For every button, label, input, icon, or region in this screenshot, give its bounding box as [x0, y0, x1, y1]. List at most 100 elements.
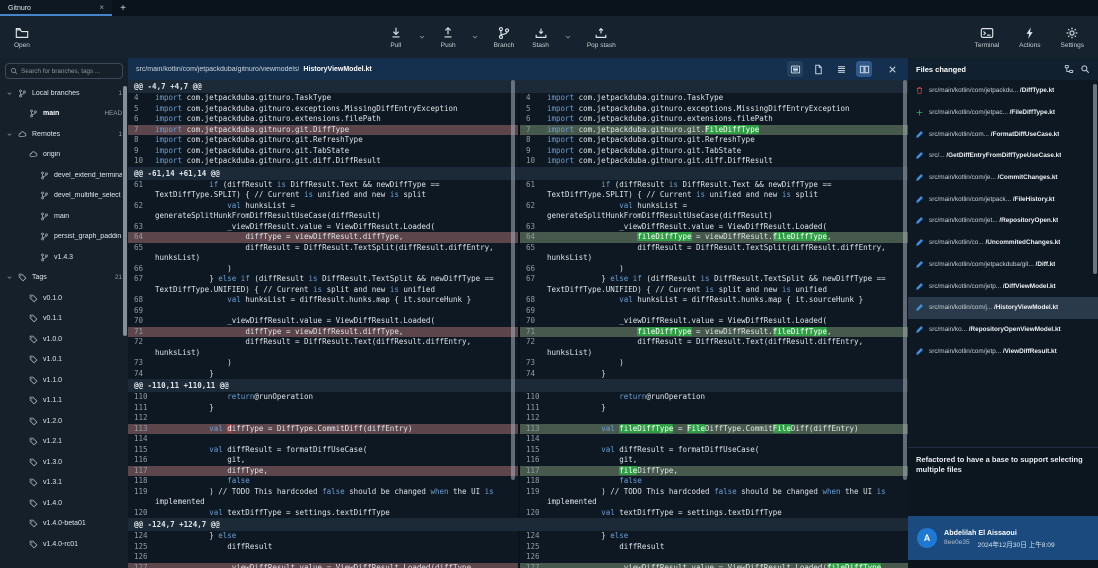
old-pane-scrollbar[interactable]	[511, 80, 515, 480]
branch-search-box[interactable]	[5, 63, 123, 79]
push-dropdown-button[interactable]	[470, 24, 480, 50]
tag-icon	[29, 540, 38, 549]
changed-file-row[interactable]: src/main/kotlin/com/jetpack... /FileHist…	[908, 188, 1098, 210]
diff-row: 62 val hunksList = generateSplitHunkFrom…	[128, 201, 908, 222]
lightning-icon	[1023, 26, 1037, 40]
full-file-button[interactable]	[810, 61, 826, 77]
line-number: 120	[128, 508, 155, 519]
changed-file-row[interactable]: src/main/kotlin/com... /FormatDiffUseCas…	[908, 123, 1098, 145]
sidebar-item-v1.4.0-rc01[interactable]: v1.4.0-rc01	[0, 534, 128, 555]
tree-item-label: devel_multifile_select	[54, 192, 122, 199]
diff-row: 119 ) // TODO This hardcoded false shoul…	[128, 487, 908, 508]
changed-file-row[interactable]: src/main/kotlin/com/jetpac... /FileDiffT…	[908, 102, 1098, 124]
sidebar-item-v1.0.1[interactable]: v1.0.1	[0, 350, 128, 371]
stash-dropdown-button[interactable]	[563, 24, 573, 50]
code-text: diffResult	[155, 542, 518, 553]
changed-file-row[interactable]: src/main/ko... /RepositoryOpenViewModel.…	[908, 319, 1098, 341]
sidebar-item-origin[interactable]: origin	[0, 145, 128, 166]
code-text: diffType = viewDiffResult.diffType,	[155, 232, 518, 243]
unified-view-button[interactable]	[833, 61, 849, 77]
diff-line-new: 10import com.jetpackduba.gitnuro.git.dif…	[518, 156, 908, 167]
sidebar-item-remotes[interactable]: Remotes1	[0, 124, 128, 145]
sidebar-item-v0.1.0[interactable]: v0.1.0	[0, 288, 128, 309]
sidebar-item-local-branches[interactable]: Local branches1	[0, 83, 128, 104]
tree-item-badge: HEAD	[105, 110, 123, 117]
diff-line-old: 119 ) // TODO This hardcoded false shoul…	[128, 487, 518, 508]
split-view-button[interactable]	[856, 61, 872, 77]
tree-item-badge: 1	[118, 131, 122, 138]
sidebar-item-main[interactable]: main HEAD	[0, 104, 128, 125]
sidebar-item-v0.1.1[interactable]: v0.1.1	[0, 309, 128, 330]
tag-icon-wrap	[29, 294, 39, 303]
branch-search-input[interactable]	[21, 68, 118, 75]
diff-options-button[interactable]	[787, 61, 803, 77]
commit-author-card[interactable]: A Abdelilah El Aissaoui 8ee0e35 2024年12月…	[908, 516, 1098, 560]
chevron-down-icon[interactable]	[6, 131, 14, 138]
line-number: 116	[520, 455, 547, 466]
changed-file-row[interactable]: src/main/kotlin/com/jetp... /ViewDiffRes…	[908, 340, 1098, 362]
diff-line-new: 119 ) // TODO This hardcoded false shoul…	[518, 487, 908, 508]
sidebar-item-v1.2.0[interactable]: v1.2.0	[0, 411, 128, 432]
sidebar-item-devel-multifile-select[interactable]: devel_multifile_select	[0, 186, 128, 207]
code-text: fileDiffType,	[547, 466, 908, 477]
changed-file-row[interactable]: src/main/kotlin/com/jetpackduba/git... /…	[908, 254, 1098, 276]
line-number: 110	[128, 392, 155, 403]
diff-row: 126 126	[128, 552, 908, 563]
code-text: } else	[547, 531, 908, 542]
sidebar-item-tags[interactable]: Tags21	[0, 268, 128, 289]
close-button[interactable]	[884, 61, 900, 77]
sidebar-item-v1.4.3[interactable]: v1.4.3	[0, 247, 128, 268]
file-path: src/main/kotlin/com/jetp... /DiffViewMod…	[929, 283, 1056, 290]
tag-icon-wrap	[18, 273, 28, 282]
line-number: 127	[520, 563, 547, 568]
changed-file-row[interactable]: src/... /GetDiffEntryFromDiffTypeUseCase…	[908, 145, 1098, 167]
sidebar-item-v1.4.0-beta01[interactable]: v1.4.0-beta01	[0, 514, 128, 535]
search-icon[interactable]	[1080, 64, 1090, 74]
new-tab-button[interactable]: +	[112, 0, 134, 16]
sidebar-item-v1.0.0[interactable]: v1.0.0	[0, 329, 128, 350]
sidebar-item-v1.1.0[interactable]: v1.1.0	[0, 370, 128, 391]
file-name: /RepositoryOpen.kt	[998, 217, 1059, 224]
files-panel-scrollbar[interactable]	[1093, 84, 1097, 274]
branch-button[interactable]: Branch	[490, 24, 519, 51]
line-number: 113	[520, 424, 547, 435]
sidebar-scrollbar[interactable]	[123, 86, 127, 336]
changed-file-row[interactable]: src/main/kotlin/com/jet... /RepositoryOp…	[908, 210, 1098, 232]
actions-button[interactable]: Actions	[1015, 24, 1044, 51]
tag-icon	[29, 396, 38, 405]
sidebar-item-v1.2.1[interactable]: v1.2.1	[0, 432, 128, 453]
sidebar-item-persist-graph-paddin[interactable]: persist_graph_paddin	[0, 227, 128, 248]
tab-title: Gitnuro	[8, 5, 99, 12]
changed-file-row[interactable]: src/main/kotlin/co... /UncommitedChanges…	[908, 232, 1098, 254]
stash-button[interactable]: Stash	[528, 24, 553, 51]
changed-file-row[interactable]: src/main/kotlin/com/jetp... /DiffViewMod…	[908, 275, 1098, 297]
pop-stash-button[interactable]: Pop stash	[583, 24, 620, 51]
diff-line-old: 120 val textDiffType = settings.textDiff…	[128, 508, 518, 519]
code-text	[155, 552, 518, 563]
terminal-button[interactable]: Terminal	[971, 24, 1004, 51]
modified-file-icon	[915, 238, 924, 247]
changed-file-row[interactable]: src/main/kotlin/com/je... /CommitChanges…	[908, 167, 1098, 189]
pull-dropdown-button[interactable]	[417, 24, 427, 50]
repo-tab[interactable]: Gitnuro ×	[0, 0, 112, 16]
sidebar-item-v1.3.1[interactable]: v1.3.1	[0, 473, 128, 494]
sidebar-item-devel-extend-termina[interactable]: devel_extend_termina	[0, 165, 128, 186]
open-button[interactable]: Open	[10, 24, 34, 51]
pull-button[interactable]: Pull	[385, 24, 407, 51]
modified-file-icon	[915, 260, 924, 269]
sidebar-item-v1.1.1[interactable]: v1.1.1	[0, 391, 128, 412]
sidebar-item-v1.4.0[interactable]: v1.4.0	[0, 493, 128, 514]
changed-file-row[interactable]: src/main/kotlin/com/jetpackdu... /DiffTy…	[908, 80, 1098, 102]
sidebar-item-main[interactable]: main	[0, 206, 128, 227]
tree-view-icon[interactable]	[1064, 64, 1074, 74]
settings-button[interactable]: Settings	[1057, 24, 1089, 51]
chevron-down-icon[interactable]	[6, 274, 14, 281]
close-tab-icon[interactable]: ×	[99, 4, 104, 12]
tree-item-label: main	[43, 110, 101, 117]
push-button[interactable]: Push	[437, 24, 460, 51]
new-pane-scrollbar[interactable]	[903, 80, 907, 480]
chevron-down-icon[interactable]	[6, 90, 14, 97]
sidebar-item-v1.3.0[interactable]: v1.3.0	[0, 452, 128, 473]
changed-file-row[interactable]: src/main/kotlin/com/j... /HistoryViewMod…	[908, 297, 1098, 319]
line-number: 6	[520, 114, 547, 125]
